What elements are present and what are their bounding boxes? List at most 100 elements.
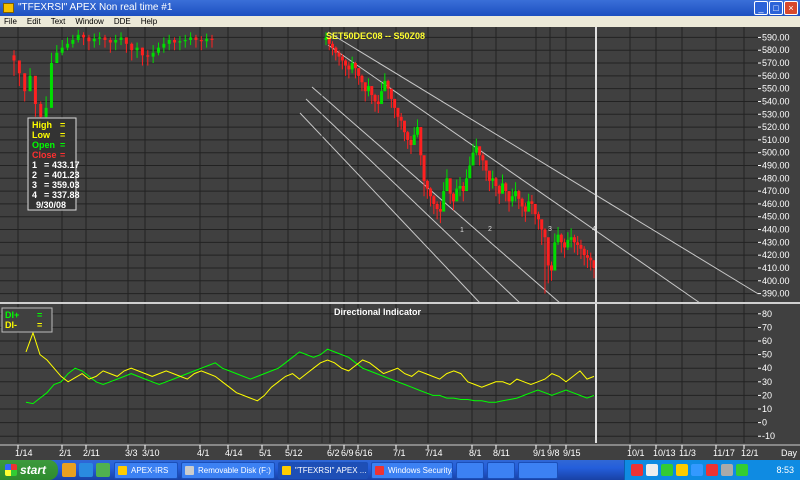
candle-body <box>347 65 351 70</box>
candle-body <box>108 39 112 43</box>
candle-body <box>510 196 514 202</box>
menu-text[interactable]: Text <box>51 16 66 27</box>
di-tick-label: 70 <box>762 322 772 332</box>
menu-bar: File Edit Text Window DDE Help <box>0 16 800 27</box>
apex-icon <box>282 465 291 475</box>
candle-body <box>543 229 547 238</box>
menu-help[interactable]: Help <box>141 16 157 27</box>
date-tick-label: 9/8 <box>547 448 560 458</box>
candle-body <box>478 146 482 156</box>
tray-icon-8[interactable] <box>736 464 748 476</box>
task-tfexrsi-apex[interactable]: "TFEXRSI" APEX ... <box>278 461 368 479</box>
candle-body <box>363 82 367 92</box>
candle-body <box>465 178 469 192</box>
info-row-value: 401.23 <box>52 170 80 180</box>
task-item-2[interactable] <box>487 461 515 479</box>
candle-body <box>474 146 478 153</box>
di-legend-eq: = <box>37 310 42 320</box>
window-titlebar[interactable]: "TFEXRSI" APEX Non real time #1 _ □ × <box>0 0 800 16</box>
candle-body <box>550 265 554 271</box>
candle-body <box>520 198 524 207</box>
candle-body <box>60 47 64 53</box>
tray-icon-7[interactable] <box>721 464 733 476</box>
info-date: 9/30/08 <box>36 200 66 210</box>
price-tick-label: 440.00 <box>762 225 790 235</box>
candle-body <box>199 39 203 42</box>
candle-body <box>140 47 144 56</box>
candle-body <box>71 39 75 44</box>
candle-body <box>210 38 214 40</box>
candle-body <box>468 165 472 179</box>
menu-window[interactable]: Window <box>75 16 103 27</box>
system-tray: 8:53 <box>624 460 800 480</box>
date-tick-label: 6/9 <box>341 448 354 458</box>
task-apex-irs[interactable]: APEX-IRS <box>114 461 178 479</box>
menu-edit[interactable]: Edit <box>27 16 41 27</box>
candle-body <box>124 37 128 44</box>
media-icon[interactable] <box>96 463 110 477</box>
candle-body <box>389 88 393 99</box>
price-tick-label: 520.00 <box>762 122 790 132</box>
tray-icon-5[interactable] <box>691 464 703 476</box>
candle-body <box>399 116 403 121</box>
candle-body <box>461 185 465 192</box>
date-tick-label: 5/1 <box>259 448 272 458</box>
di-legend: DI+ = DI- = <box>1 307 53 333</box>
price-tick-label: 570.00 <box>762 58 790 68</box>
candle-body <box>569 237 573 240</box>
maximize-icon[interactable]: □ <box>769 1 783 15</box>
info-row-label: Open <box>32 140 55 150</box>
close-icon[interactable]: × <box>784 1 798 15</box>
di-tick-label: -10 <box>762 431 775 441</box>
tray-icon-2[interactable] <box>646 464 658 476</box>
tray-icon-3[interactable] <box>661 464 673 476</box>
minimize-icon[interactable]: _ <box>754 1 768 15</box>
candle-body <box>576 242 580 245</box>
candle-body <box>455 188 459 202</box>
date-tick-label: 8/1 <box>469 448 482 458</box>
date-tick-label: 12/1 <box>741 448 759 458</box>
di-legend-label: DI- <box>5 320 17 330</box>
tray-icon-4[interactable] <box>676 464 688 476</box>
candle-body <box>406 132 410 140</box>
candle-body <box>205 38 209 42</box>
tray-icon-1[interactable] <box>631 464 643 476</box>
candle-body <box>402 120 406 133</box>
candle-body <box>119 37 123 40</box>
candle-body <box>66 43 70 48</box>
task-item-3[interactable] <box>518 461 558 479</box>
candle-body <box>563 242 567 248</box>
x-axis-unit: Day <box>781 448 798 458</box>
candle-body <box>442 191 446 212</box>
tray-icon-6[interactable] <box>706 464 718 476</box>
folder-icon[interactable] <box>62 463 76 477</box>
candle-body <box>540 219 544 230</box>
window-title: "TFEXRSI" APEX Non real time #1 <box>18 2 173 13</box>
chart-canvas[interactable]: 1234 590.00580.00570.00560.00550.00540.0… <box>0 27 800 460</box>
candle-body <box>566 239 570 248</box>
candle-body <box>500 183 504 194</box>
candle-body <box>504 183 508 192</box>
price-tick-label: 460.00 <box>762 199 790 209</box>
candle-body <box>331 43 335 48</box>
task-desktop[interactable] <box>456 461 484 479</box>
task-removable-disk[interactable]: Removable Disk (F:) <box>181 461 275 479</box>
info-row-eq: = <box>44 160 49 170</box>
date-tick-label: 6/2 <box>327 448 340 458</box>
candle-body <box>98 37 102 39</box>
start-button[interactable]: start <box>0 460 58 480</box>
info-row-eq: = <box>44 170 49 180</box>
browser-icon[interactable] <box>79 463 93 477</box>
app-icon <box>3 3 14 13</box>
candle-body <box>471 152 475 166</box>
candle-body <box>582 248 586 256</box>
menu-dde[interactable]: DDE <box>114 16 131 27</box>
menu-file[interactable]: File <box>4 16 17 27</box>
chart-area[interactable]: 1234 590.00 580.00 570.00 560.00 550.00 540.0… <box>0 27 800 460</box>
candle-body <box>162 43 166 48</box>
task-windows-security[interactable]: Windows Security... <box>371 461 453 479</box>
di-tick-label: 80 <box>762 309 772 319</box>
candle-body <box>357 68 361 76</box>
candle-body <box>396 107 400 117</box>
candle-body <box>353 63 357 69</box>
